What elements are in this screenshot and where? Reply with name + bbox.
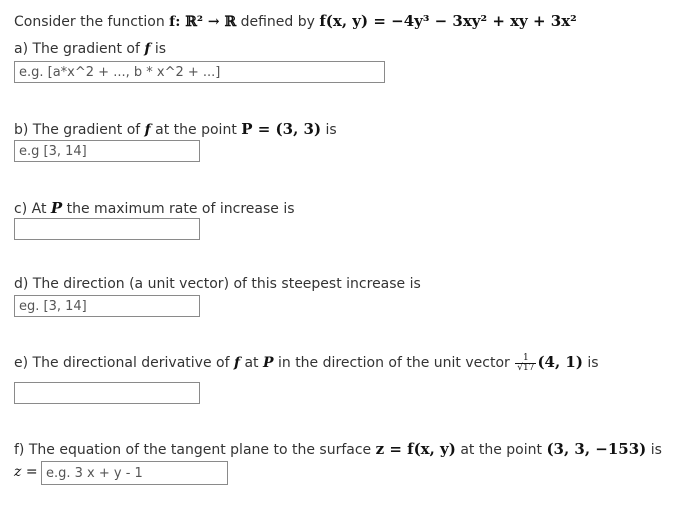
direction-vector: (4, 1) <box>537 353 583 371</box>
question-a: a) The gradient of f is <box>14 41 166 57</box>
question-e-suffix: is <box>587 355 599 371</box>
function-formula: f(x, y) = −4y³ − 3xy² + xy + 3x² <box>319 12 577 30</box>
question-d: d) The direction (a unit vector) of this… <box>14 276 421 292</box>
gradient-at-point-input[interactable] <box>14 140 200 162</box>
question-b-label: b) The gradient of <box>14 122 141 138</box>
directional-derivative-input[interactable] <box>14 382 200 404</box>
question-f-label: f) The equation of the tangent plane to … <box>14 442 372 458</box>
question-a-suffix: is <box>154 41 167 57</box>
intro-text: Consider the function <box>14 14 165 30</box>
function-signature: f: ℝ² → ℝ <box>169 14 237 30</box>
unit-vector-fraction: 1 √17 <box>515 353 537 373</box>
gradient-input[interactable] <box>14 61 385 83</box>
question-f: f) The equation of the tangent plane to … <box>14 440 662 458</box>
point-p: P = (3, 3) <box>241 120 322 138</box>
question-c: c) At P the maximum rate of increase is <box>14 199 295 217</box>
question-b: b) The gradient of f at the point P = (3… <box>14 120 337 138</box>
question-f-suffix: is <box>650 442 662 458</box>
question-c-label: c) At <box>14 201 47 217</box>
tangent-point: (3, 3, −153) <box>546 440 647 458</box>
question-f-mid: at the point <box>460 442 542 458</box>
symbol-f: f <box>144 122 151 138</box>
direction-input[interactable] <box>14 295 200 317</box>
question-e-at: at <box>244 355 259 371</box>
question-e-label: e) The directional derivative of <box>14 355 230 371</box>
sqrt-radicand: 17 <box>522 362 535 373</box>
question-b-suffix: is <box>325 122 337 138</box>
question-c-suffix: the maximum rate of increase is <box>66 201 295 217</box>
fraction-denominator: √17 <box>517 362 535 373</box>
max-rate-input[interactable] <box>14 218 200 240</box>
surface-equation: z = f(x, y) <box>375 440 456 458</box>
symbol-f: f <box>144 41 151 57</box>
question-a-label: a) The gradient of <box>14 41 140 57</box>
question-e: e) The directional derivative of f at P … <box>14 353 599 373</box>
question-e-mid: in the direction of the unit vector <box>277 355 510 371</box>
defined-by-text: defined by <box>240 14 315 30</box>
z-equals-label: z = <box>14 464 38 480</box>
tangent-plane-input[interactable] <box>41 461 228 485</box>
symbol-f: f <box>233 355 241 371</box>
question-d-label: d) The direction (a unit vector) of this… <box>14 276 421 292</box>
problem-statement: Consider the function f: ℝ² → ℝ defined … <box>14 12 577 30</box>
question-b-mid: at the point <box>155 122 237 138</box>
symbol-p: P <box>50 199 63 217</box>
symbol-p: P <box>263 355 274 371</box>
